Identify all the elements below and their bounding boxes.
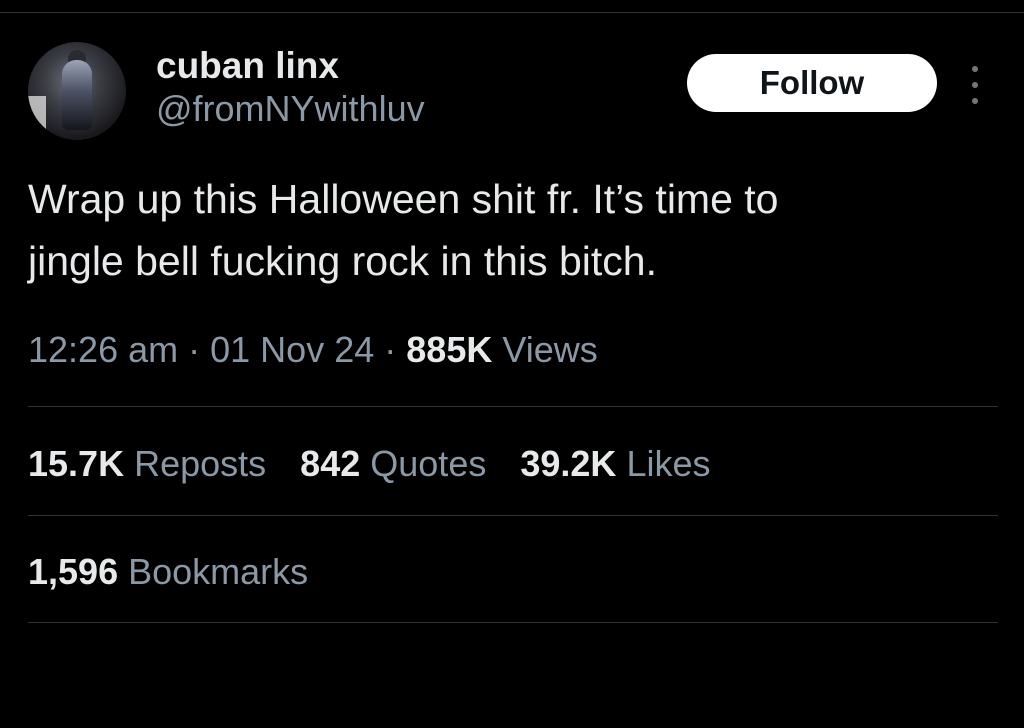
follow-button[interactable]: Follow [687, 54, 937, 112]
reposts-count: 15.7K [28, 443, 125, 484]
more-dot [972, 82, 978, 88]
meta-separator: · [384, 329, 397, 370]
reposts-label: Reposts [134, 443, 267, 484]
author-handle[interactable]: @fromNYwithluv [156, 88, 425, 130]
avatar-background-detail [28, 96, 46, 140]
avatar[interactable] [28, 42, 126, 140]
views-label: Views [502, 329, 598, 370]
quotes-label: Quotes [370, 443, 487, 484]
views-count: 885K [406, 329, 493, 370]
meta-separator: · [188, 329, 201, 370]
tweet-header: cuban linx @fromNYwithluv Follow [28, 42, 998, 142]
likes-label: Likes [626, 443, 711, 484]
engagement-stats: 15.7K Reposts 842 Quotes 39.2K Likes [28, 442, 710, 486]
divider [28, 406, 998, 407]
avatar-figure-body [62, 60, 92, 130]
tweet-meta: 12:26 am · 01 Nov 24 · 885K Views [28, 328, 598, 372]
bookmarks-label: Bookmarks [128, 551, 309, 592]
bookmarks-count: 1,596 [28, 551, 119, 592]
tweet-date[interactable]: 01 Nov 24 [210, 329, 374, 370]
likes-count: 39.2K [520, 443, 617, 484]
quotes-count: 842 [300, 443, 361, 484]
more-vertical-icon[interactable] [962, 66, 988, 104]
author-display-name[interactable]: cuban linx [156, 44, 425, 88]
reposts-stat[interactable]: 15.7K Reposts [28, 442, 266, 486]
divider [28, 515, 998, 516]
tweet-text: Wrap up this Halloween shit fr. It’s tim… [28, 168, 988, 292]
tweet-time[interactable]: 12:26 am [28, 329, 178, 370]
likes-stat[interactable]: 39.2K Likes [520, 442, 710, 486]
divider [28, 622, 998, 623]
top-divider [0, 12, 1024, 13]
more-dot [972, 98, 978, 104]
tweet-text-line: jingle bell fucking rock in this bitch. [28, 238, 657, 284]
more-dot [972, 66, 978, 72]
author-block[interactable]: cuban linx @fromNYwithluv [156, 44, 425, 130]
bookmarks-stat[interactable]: 1,596 Bookmarks [28, 550, 308, 594]
tweet-text-line: Wrap up this Halloween shit fr. It’s tim… [28, 176, 779, 222]
quotes-stat[interactable]: 842 Quotes [300, 442, 486, 486]
